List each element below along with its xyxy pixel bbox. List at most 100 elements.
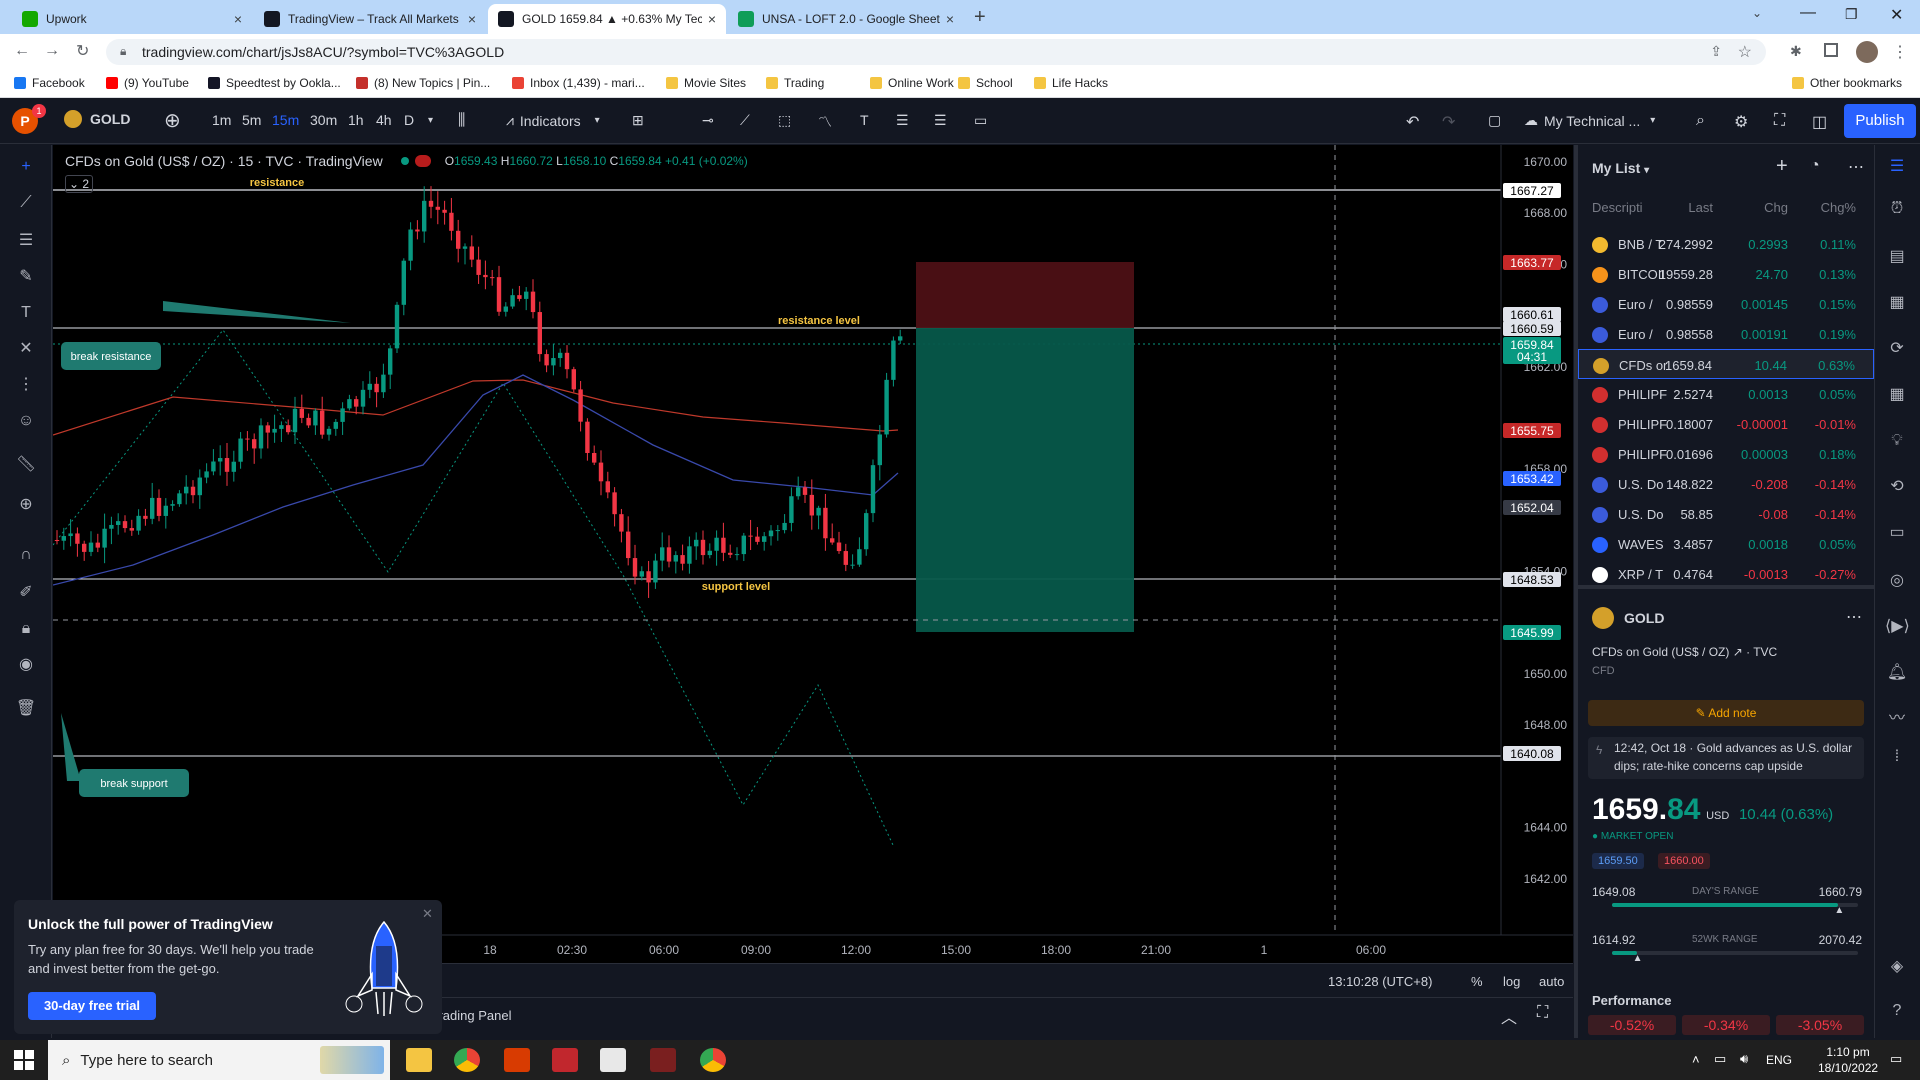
timeframe-button[interactable]: 1h — [348, 112, 364, 128]
column-header[interactable]: Chg% — [1821, 200, 1856, 215]
pitchfork-tool-icon[interactable]: ☰ — [934, 112, 947, 129]
fib-tool-icon[interactable]: ☰ — [896, 112, 909, 129]
details-description[interactable]: CFDs on Gold (US$ / OZ) ↗ · TVC — [1592, 645, 1777, 659]
object-tree-icon[interactable]: ⁞ — [1885, 745, 1909, 769]
pattern-icon[interactable]: ✕ — [14, 337, 38, 361]
bookmark-star-icon[interactable]: ☆ — [1738, 42, 1752, 62]
lock-drawing-pencil-icon[interactable]: ✐ — [14, 581, 38, 605]
close-tab-icon[interactable]: × — [234, 11, 242, 27]
bookmark-item[interactable]: Life Hacks — [1034, 76, 1108, 90]
screener-icon[interactable]: ◎ — [1885, 569, 1909, 593]
eye-icon[interactable]: ◉ — [14, 653, 38, 677]
stop-loss-zone[interactable] — [916, 262, 1134, 328]
new-tab-button[interactable]: + — [974, 6, 986, 29]
back-icon[interactable]: ← — [14, 42, 30, 60]
tab-search-icon[interactable]: ⌄ — [1752, 6, 1762, 20]
menu-kebab-icon[interactable]: ⋮ — [1892, 42, 1908, 62]
bookmark-item[interactable]: (8) New Topics | Pin... — [356, 76, 490, 90]
notifications-bell-icon[interactable]: 🔔︎ — [1885, 661, 1909, 685]
chats-icon[interactable]: ▭ — [1885, 521, 1909, 545]
maximize-panel-icon[interactable]: ⛶ — [1537, 1004, 1548, 1022]
file-explorer-icon[interactable] — [406, 1048, 432, 1072]
search-icon[interactable]: ⌕ — [1696, 112, 1705, 130]
bookmark-item[interactable]: Movie Sites — [666, 76, 746, 90]
timeframe-button[interactable]: 4h — [376, 112, 392, 128]
comment-tool-icon[interactable]: ▭ — [974, 112, 987, 129]
maximize-button[interactable]: ❐ — [1845, 6, 1858, 23]
browser-tab[interactable]: UNSA - LOFT 2.0 - Google Sheets × — [728, 4, 964, 34]
legend-title[interactable]: CFDs on Gold (US$ / OZ) · 15 · TVC · Tra… — [65, 153, 383, 169]
watchlist-row[interactable]: Euro / 0.98559 0.00145 0.15% — [1578, 289, 1874, 319]
share-icon[interactable]: ⇪ — [1710, 43, 1722, 60]
watchlist-icon[interactable]: ☰ — [1885, 155, 1909, 179]
watchlist-row[interactable]: WAVES 3.4857 0.0018 0.05% — [1578, 529, 1874, 559]
magnet-icon[interactable]: ∩ — [14, 543, 38, 567]
horizontal-line-tool-icon[interactable]: ⊸ — [702, 112, 714, 129]
support-level-annotation[interactable]: support level — [702, 581, 770, 593]
watchlist-row[interactable]: Euro / 0.98558 0.00191 0.19% — [1578, 319, 1874, 349]
chevron-down-icon[interactable]: ▾ — [428, 115, 433, 126]
bookmark-item[interactable]: School — [958, 76, 1013, 90]
timeframe-button[interactable]: 1m — [212, 112, 231, 128]
data-window-icon[interactable]: ▤ — [1885, 245, 1909, 269]
browser-tab[interactable]: GOLD 1659.84 ▲ +0.63% My Tec × — [488, 4, 726, 34]
close-tab-icon[interactable]: × — [468, 11, 476, 27]
watchlist-row[interactable]: BNB / T 274.2992 0.2993 0.11% — [1578, 229, 1874, 259]
taskbar-search-box[interactable]: ⌕ Type here to search — [48, 1040, 390, 1080]
rectangle-tool-icon[interactable]: ⬚ — [778, 112, 791, 129]
hotlist-icon[interactable]: ⟳ — [1885, 337, 1909, 361]
close-tab-icon[interactable]: × — [708, 11, 716, 27]
replay-icon[interactable]: ⟨▶⟩ — [1885, 615, 1910, 639]
line-tool-icon[interactable]: ⟋ — [14, 191, 38, 215]
text-icon[interactable]: T — [14, 301, 38, 325]
camera-icon[interactable]: ◫ — [1812, 112, 1827, 132]
news-headline[interactable]: ϟ 12:42, Oct 18 · Gold advances as U.S. … — [1588, 737, 1864, 779]
help-icon[interactable]: ? — [1885, 999, 1909, 1023]
acrobat-icon[interactable] — [552, 1048, 578, 1072]
watchlist-row[interactable]: PHILIPF 2.5274 0.0013 0.05% — [1578, 379, 1874, 409]
browser-tab[interactable]: Upwork × — [12, 4, 252, 34]
trend-line-tool-icon[interactable]: ⟋ — [740, 112, 750, 129]
resistance-annotation[interactable]: resistance — [250, 177, 304, 189]
layouts-grid-icon[interactable]: ⊞ — [632, 112, 644, 129]
timeframe-button[interactable]: 5m — [242, 112, 261, 128]
streams-icon[interactable]: ⟲ — [1885, 475, 1909, 499]
performance-cell[interactable]: -0.34% — [1682, 1015, 1770, 1035]
trash-icon[interactable]: 🗑︎ — [14, 697, 38, 721]
compare-add-icon[interactable]: ⊕ — [164, 108, 181, 133]
visibility-toggle-icon[interactable] — [414, 155, 431, 167]
pine-icon[interactable]: 〰 — [1885, 707, 1909, 731]
timeframe-button[interactable]: 30m — [310, 112, 337, 128]
watchlist-row[interactable]: U.S. Do 148.822 -0.208 -0.14% — [1578, 469, 1874, 499]
calculator-icon[interactable] — [600, 1048, 626, 1072]
extensions-icon[interactable]: ✱ — [1790, 43, 1802, 60]
close-window-button[interactable]: ✕ — [1890, 5, 1903, 25]
chrome-icon[interactable] — [454, 1048, 480, 1072]
watchlist-row[interactable]: CFDs or 1659.84 10.44 0.63% — [1578, 349, 1874, 379]
collapse-panel-icon[interactable]: ︿ — [1501, 1004, 1517, 1028]
trading-panel-tab[interactable]: Trading Panel — [431, 1008, 511, 1023]
column-header[interactable]: Chg — [1764, 200, 1788, 215]
profile-avatar[interactable] — [1856, 41, 1878, 63]
advanced-view-icon[interactable]: ◔ — [1810, 157, 1820, 175]
fullscreen-icon[interactable]: ⛶ — [1774, 112, 1785, 130]
column-header[interactable]: Last — [1688, 200, 1713, 215]
reload-icon[interactable]: ↻ — [76, 41, 89, 61]
other-bookmarks[interactable]: Other bookmarks — [1792, 76, 1902, 90]
brush-icon[interactable]: ✎ — [14, 265, 38, 289]
bookmark-item[interactable]: Speedtest by Ookla... — [208, 76, 341, 90]
auto-scale-toggle[interactable]: auto — [1539, 974, 1564, 989]
prediction-icon[interactable]: ⋮ — [14, 373, 38, 397]
browser-tab[interactable]: TradingView – Track All Markets × — [254, 4, 486, 34]
path-tool-icon[interactable]: 〽 — [818, 112, 832, 132]
watchlist-row[interactable]: U.S. Do 58.85 -0.08 -0.14% — [1578, 499, 1874, 529]
bookmark-item[interactable]: Trading — [766, 76, 824, 90]
zoom-icon[interactable]: ⊕ — [14, 493, 38, 517]
tray-chevron-icon[interactable]: ˄ — [1692, 1052, 1700, 1067]
indicator-collapse-button[interactable]: ⌄ 2 — [65, 175, 93, 193]
chart-clock[interactable]: 13:10:28 (UTC+8) — [1328, 974, 1432, 989]
clock[interactable]: 1:10 pm 18/10/2022 — [1818, 1044, 1878, 1076]
minimize-button[interactable]: — — [1800, 4, 1816, 22]
windows-start-icon[interactable] — [14, 1050, 34, 1070]
url-field[interactable]: 🔒︎ tradingview.com/chart/jsJs8ACU/?symbo… — [106, 39, 1766, 65]
